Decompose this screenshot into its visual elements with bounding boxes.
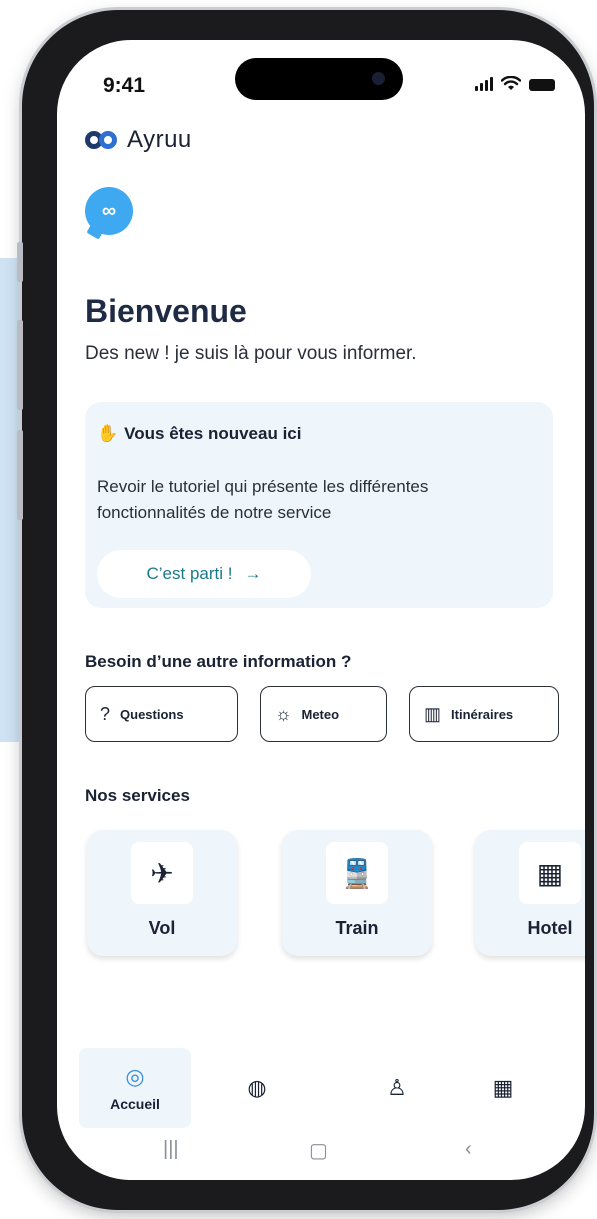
brand-name: Ayruu [127,126,192,153]
wifi-icon [501,76,521,90]
chip-questions[interactable]: ? Questions [85,686,238,742]
info-section-title: Besoin d’une autre information ? [85,652,352,671]
chip-label: Itinéraires [451,706,514,722]
camera-icon [372,72,385,85]
building-icon: ▦ [519,842,581,904]
phone-volume-up-button [17,320,23,410]
plane-icon: ✈ [131,842,193,904]
tab-explore[interactable]: ◍ [201,1048,313,1128]
system-navigation-bar: ||| ▢ ‹ [57,1132,585,1172]
start-tutorial-button[interactable]: C’est parti ! → [97,550,311,598]
brand-logo-icon [85,131,117,149]
service-card-vol[interactable]: ✈ Vol [87,830,237,956]
info-chips: ? Questions ☼ Meteo ▥ Itinéraires [85,686,559,742]
tab-accueil[interactable]: ◎ Accueil [79,1048,191,1128]
arrow-right-icon: → [244,564,262,583]
bottom-tab-bar: ◎ Accueil ◍ ♙ ▦ [57,1048,585,1130]
waving-hand-icon: ✋ [97,424,119,443]
status-time: 9:41 [103,74,146,97]
tutorial-card-title: Vous êtes nouveau ici [124,424,302,443]
chat-bubble-icon: ◎ [125,1064,145,1089]
building-icon: ▦ [492,1075,514,1100]
start-tutorial-label: C’est parti ! [146,564,233,583]
chip-label: Questions [120,706,184,722]
map-icon: ▥ [424,703,442,724]
service-label: Vol [148,918,176,938]
signal-icon [475,77,493,91]
page-subtitle: Des new ! je suis là pour vous informer. [85,343,417,364]
brand-header: Ayruu [85,126,192,154]
battery-icon [529,79,555,91]
question-circle-icon: ? [100,703,111,724]
tab-hotels[interactable]: ▦ [447,1048,559,1128]
services-section-title: Nos services [85,786,190,805]
tutorial-card-body: Revoir le tutoriel qui présente les diff… [97,477,429,522]
status-icons [475,76,555,91]
dynamic-island [235,58,403,100]
assistant-bubble-icon: ∞ [85,187,133,235]
train-icon: 🚆 [326,842,388,904]
chip-label: Meteo [301,706,340,722]
tab-profile[interactable]: ♙ [341,1048,453,1128]
service-card-train[interactable]: 🚆 Train [282,830,432,956]
phone-action-button [17,242,23,282]
recent-apps-icon[interactable]: ||| [163,1138,179,1161]
chip-meteo[interactable]: ☼ Meteo [260,686,387,742]
phone-volume-down-button [17,430,23,520]
tutorial-card: ✋ Vous êtes nouveau ici Revoir le tutori… [85,402,553,608]
phone-screen: 9:41 Ayruu ∞ Bienvenue Des new ! je suis… [57,40,585,1180]
globe-icon: ◍ [247,1075,267,1100]
sun-icon: ☼ [275,703,292,724]
page-title: Bienvenue [85,293,247,329]
tab-label: Accueil [110,1096,160,1112]
user-icon: ♙ [387,1075,407,1100]
chip-itineraires[interactable]: ▥ Itinéraires [409,686,559,742]
service-card-hotel[interactable]: ▦ Hotel [475,830,585,956]
tutorial-card-heading: ✋ Vous êtes nouveau ici [97,424,301,444]
back-arrow-icon[interactable]: ‹ [465,1138,472,1161]
service-label: Hotel [527,918,573,938]
service-label: Train [335,918,379,938]
home-button-icon[interactable]: ▢ [309,1138,328,1163]
